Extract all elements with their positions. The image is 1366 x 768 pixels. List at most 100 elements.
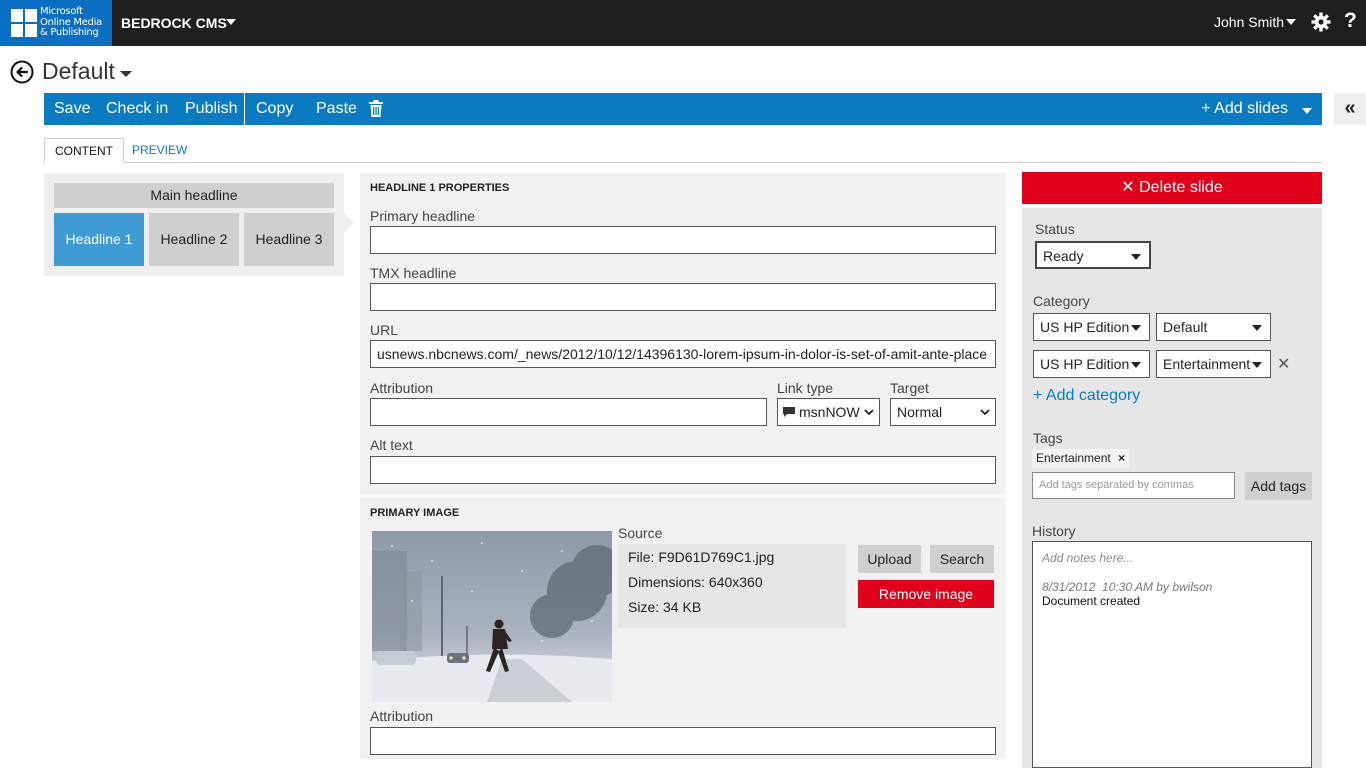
notes-input[interactable]: Add notes here... bbox=[1042, 551, 1133, 565]
category-section-select-2[interactable]: Entertainment bbox=[1156, 350, 1271, 378]
trash-icon[interactable] bbox=[369, 100, 383, 117]
app-title[interactable]: BEDROCK CMS bbox=[121, 15, 227, 31]
slide-settings-panel: Status Ready Category US HP Edition Defa… bbox=[1022, 208, 1322, 768]
status-value: Ready bbox=[1043, 248, 1084, 264]
add-slides-caret-icon[interactable] bbox=[1302, 108, 1312, 114]
tab-content[interactable]: CONTENT bbox=[44, 138, 124, 163]
attribution-label: Attribution bbox=[370, 380, 434, 396]
document-menu-caret-icon[interactable] bbox=[120, 71, 132, 77]
image-file-name: File: F9D61D769C1.jpg bbox=[628, 549, 775, 565]
slide-picker: Main headline Headline 1 Headline 2 Head… bbox=[44, 173, 344, 276]
tabs-underline bbox=[44, 162, 1322, 163]
alt-text-input[interactable] bbox=[370, 456, 996, 484]
remove-image-button[interactable]: Remove image bbox=[858, 580, 994, 608]
caret-down-icon bbox=[1131, 325, 1141, 331]
image-dimensions: Dimensions: 640x360 bbox=[628, 574, 763, 590]
chevron-down-icon bbox=[980, 409, 990, 416]
document-title[interactable]: Default bbox=[42, 58, 115, 85]
alt-text-label: Alt text bbox=[370, 437, 413, 453]
selection-pointer bbox=[344, 213, 354, 233]
upload-button[interactable]: Upload bbox=[858, 545, 921, 573]
target-value: Normal bbox=[897, 404, 943, 420]
caret-down-icon bbox=[1252, 325, 1262, 331]
save-button[interactable]: Save bbox=[54, 100, 90, 118]
source-label: Source bbox=[618, 525, 663, 541]
publish-button[interactable]: Publish bbox=[185, 100, 237, 118]
microsoft-logo[interactable]: Microsoft Online Media & Publishing bbox=[0, 0, 112, 46]
properties-section-title: HEADLINE 1 PROPERTIES bbox=[370, 182, 510, 194]
gear-icon[interactable] bbox=[1311, 12, 1331, 32]
caret-down-icon bbox=[1131, 362, 1141, 368]
tag-chip-label: Entertainment bbox=[1036, 451, 1111, 465]
primary-image-panel: PRIMARY IMAGE Source File: F9D61D769C1.j… bbox=[360, 497, 1006, 759]
primary-headline-label: Primary headline bbox=[370, 208, 476, 224]
windows-logo-icon bbox=[11, 9, 37, 37]
category-label: Category bbox=[1033, 293, 1090, 309]
toolbar: Save Check in Publish Copy Paste + Add s… bbox=[44, 93, 1322, 125]
image-attribution-input[interactable] bbox=[370, 727, 996, 755]
target-label: Target bbox=[890, 380, 929, 396]
tmx-headline-label: TMX headline bbox=[370, 265, 457, 281]
tag-chip: Entertainment × bbox=[1032, 449, 1130, 468]
main-headline-slot[interactable]: Main headline bbox=[54, 183, 334, 208]
category-edition-value: US HP Edition bbox=[1040, 319, 1130, 335]
user-menu-caret-icon[interactable] bbox=[1286, 19, 1296, 25]
category-section-select-1[interactable]: Default bbox=[1156, 313, 1271, 341]
help-icon[interactable]: ? bbox=[1344, 9, 1357, 33]
link-type-select[interactable]: msnNOW bbox=[777, 398, 880, 426]
category-edition-select-1[interactable]: US HP Edition bbox=[1033, 313, 1150, 341]
category-edition-select-2[interactable]: US HP Edition bbox=[1033, 350, 1150, 378]
copy-button[interactable]: Copy bbox=[256, 100, 293, 118]
tmx-headline-input[interactable] bbox=[370, 283, 996, 311]
primary-image-thumbnail[interactable] bbox=[372, 531, 612, 702]
target-select[interactable]: Normal bbox=[890, 398, 996, 426]
status-select[interactable]: Ready bbox=[1035, 241, 1151, 269]
caret-down-icon bbox=[1131, 254, 1141, 260]
category-edition-value: US HP Edition bbox=[1040, 356, 1130, 372]
category-section-value: Default bbox=[1163, 319, 1208, 335]
user-menu[interactable]: John Smith bbox=[1214, 14, 1284, 30]
app-menu-caret-icon[interactable] bbox=[226, 19, 236, 25]
headline-3-slot[interactable]: Headline 3 bbox=[244, 213, 334, 266]
headline-1-slot[interactable]: Headline 1 bbox=[54, 213, 144, 266]
headline-properties-panel: HEADLINE 1 PROPERTIES Primary headline T… bbox=[360, 173, 1006, 495]
image-source-info: File: F9D61D769C1.jpg Dimensions: 640x36… bbox=[618, 544, 846, 628]
attribution-input[interactable] bbox=[370, 398, 767, 426]
primary-image-title: PRIMARY IMAGE bbox=[370, 507, 460, 519]
history-entry-text: Document created bbox=[1042, 594, 1141, 608]
check-in-button[interactable]: Check in bbox=[106, 100, 168, 118]
url-label: URL bbox=[370, 322, 399, 338]
history-log[interactable]: Add notes here... 8/31/2012 10:30 AM by … bbox=[1032, 541, 1312, 768]
tab-preview[interactable]: PREVIEW bbox=[122, 138, 197, 163]
tags-input[interactable]: Add tags separated by commas bbox=[1032, 472, 1235, 499]
url-input[interactable]: usnews.nbcnews.com/_news/2012/10/12/1439… bbox=[370, 340, 996, 368]
tags-label: Tags bbox=[1033, 430, 1063, 446]
history-label: History bbox=[1032, 523, 1076, 539]
logo-line-1: Microsoft bbox=[40, 6, 83, 17]
image-attribution-label: Attribution bbox=[370, 708, 434, 724]
comment-icon bbox=[783, 407, 795, 417]
delete-slide-button[interactable]: ✕ Delete slide bbox=[1022, 172, 1322, 204]
add-slides-button[interactable]: + Add slides bbox=[1201, 100, 1288, 118]
category-section-value: Entertainment bbox=[1163, 356, 1251, 372]
link-type-value: msnNOW bbox=[799, 404, 860, 420]
history-entry-meta: 8/31/2012 10:30 AM by bwilson bbox=[1042, 580, 1213, 594]
search-image-button[interactable]: Search bbox=[930, 545, 994, 573]
back-arrow-icon[interactable] bbox=[10, 60, 34, 84]
top-bar: Microsoft Online Media & Publishing BEDR… bbox=[0, 0, 1366, 46]
logo-line-3: & Publishing bbox=[40, 27, 99, 38]
chevron-down-icon bbox=[864, 409, 874, 416]
toolbar-divider bbox=[244, 93, 245, 125]
tag-remove-icon[interactable]: × bbox=[1118, 451, 1125, 465]
primary-headline-input[interactable] bbox=[370, 226, 996, 254]
image-file-size: Size: 34 KB bbox=[628, 599, 702, 615]
add-tags-button[interactable]: Add tags bbox=[1245, 472, 1312, 500]
collapse-panel-button[interactable]: « bbox=[1334, 93, 1366, 125]
paste-button[interactable]: Paste bbox=[316, 100, 357, 118]
remove-category-icon[interactable]: ✕ bbox=[1277, 354, 1290, 374]
add-category-link[interactable]: + Add category bbox=[1033, 387, 1140, 405]
headline-2-slot[interactable]: Headline 2 bbox=[149, 213, 239, 266]
status-label: Status bbox=[1035, 221, 1075, 237]
caret-down-icon bbox=[1252, 362, 1262, 368]
link-type-label: Link type bbox=[777, 380, 834, 396]
